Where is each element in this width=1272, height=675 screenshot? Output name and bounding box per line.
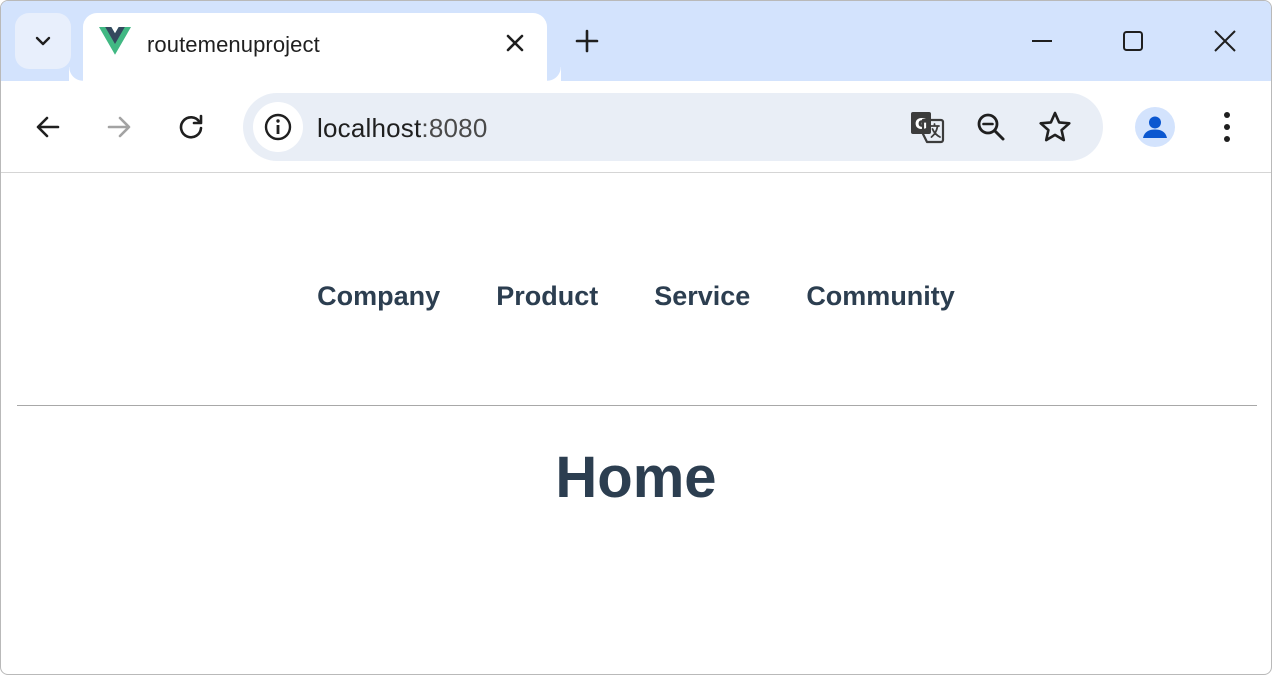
profile-button[interactable] (1135, 107, 1175, 147)
page-content: Company Product Service Community Home (1, 174, 1271, 674)
translate-button[interactable]: G (907, 107, 947, 147)
tab-close-button[interactable] (501, 29, 529, 57)
url-port: :8080 (421, 113, 488, 143)
info-icon (264, 113, 292, 141)
vue-logo-icon (99, 27, 131, 55)
close-icon (506, 34, 524, 52)
maximize-icon (1123, 31, 1143, 51)
tab-strip: routemenuproject (1, 1, 1271, 81)
bookmark-button[interactable] (1035, 107, 1075, 147)
url-text[interactable]: localhost:8080 (317, 113, 488, 144)
arrow-right-icon (107, 116, 131, 138)
avatar-icon (1143, 116, 1167, 138)
plus-icon (575, 29, 599, 53)
browser-toolbar: localhost:8080 G (1, 81, 1271, 173)
main-nav: Company Product Service Community (1, 281, 1271, 312)
maximize-button[interactable] (1111, 19, 1155, 63)
site-info-button[interactable] (253, 102, 303, 152)
reload-icon (179, 114, 203, 139)
nav-link-product[interactable]: Product (496, 281, 598, 312)
nav-link-company[interactable]: Company (317, 281, 440, 312)
nav-link-service[interactable]: Service (654, 281, 750, 312)
url-host: localhost (317, 113, 422, 143)
tab-active[interactable]: routemenuproject (83, 13, 547, 81)
menu-button[interactable] (1207, 107, 1247, 147)
zoom-out-icon (977, 113, 1005, 141)
tab-title: routemenuproject (147, 32, 320, 57)
close-window-button[interactable] (1203, 19, 1247, 63)
arrow-left-icon (36, 116, 60, 138)
chevron-down-icon (35, 36, 51, 46)
reload-button[interactable] (171, 107, 211, 147)
svg-text:G: G (915, 115, 927, 133)
tab-search-button[interactable] (15, 13, 71, 69)
nav-divider (17, 405, 1257, 406)
nav-link-community[interactable]: Community (806, 281, 955, 312)
close-icon (1214, 30, 1236, 52)
minimize-button[interactable] (1020, 19, 1064, 63)
forward-button[interactable] (99, 107, 139, 147)
minimize-icon (1032, 40, 1052, 42)
translate-icon: G (911, 112, 945, 144)
back-button[interactable] (28, 107, 68, 147)
address-bar[interactable]: localhost:8080 G (243, 93, 1103, 161)
zoom-button[interactable] (971, 107, 1011, 147)
new-tab-button[interactable] (571, 25, 603, 57)
page-title: Home (555, 445, 717, 510)
more-vert-icon (1224, 112, 1230, 142)
browser-window: routemenuproject localhost:8080 G Compan… (0, 0, 1272, 675)
star-icon (1039, 111, 1071, 142)
